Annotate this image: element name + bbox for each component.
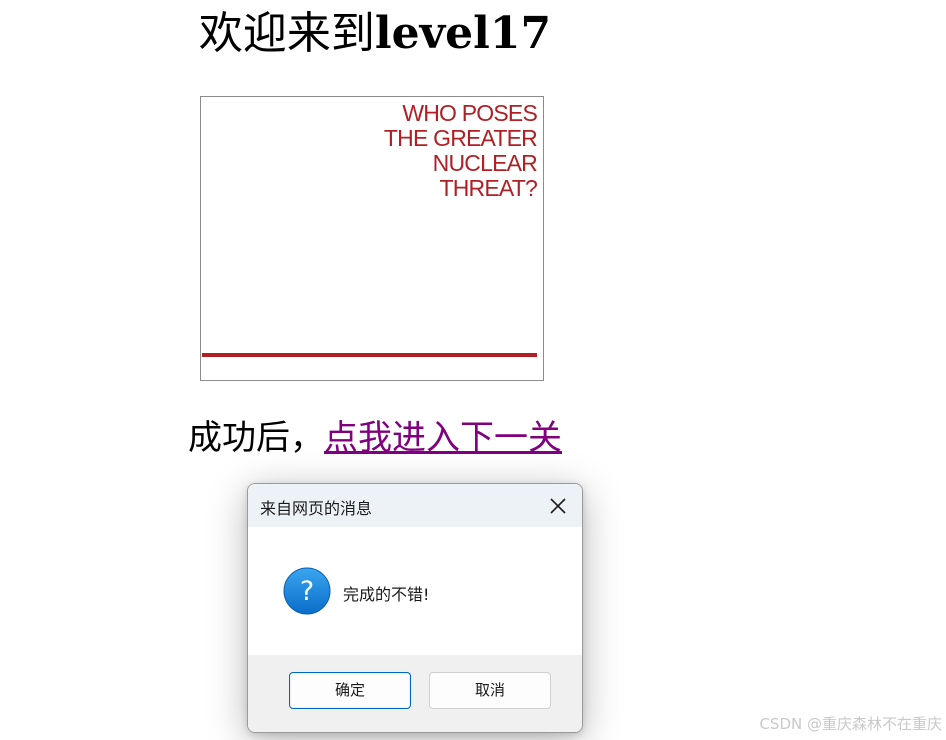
svg-text:?: ? xyxy=(300,576,314,607)
dialog-titlebar: 来自网页的消息 xyxy=(248,484,582,527)
page-title-level: level17 xyxy=(374,8,552,59)
poster-red-bar xyxy=(202,353,537,357)
dialog-footer: 确定 取消 xyxy=(248,655,582,732)
watermark: CSDN @重庆森林不在重庆 xyxy=(759,715,942,733)
success-line: 成功后，点我进入下一关 xyxy=(0,414,750,462)
cancel-button[interactable]: 取消 xyxy=(429,672,551,709)
next-level-link[interactable]: 点我进入下一关 xyxy=(324,418,562,458)
poster-headline: WHO POSES THE GREATER NUCLEAR THREAT? xyxy=(383,100,538,201)
dialog-body: ? 完成的不错! xyxy=(248,527,582,655)
close-icon[interactable] xyxy=(542,490,574,522)
alert-dialog: 来自网页的消息 ? 完成的不错! 确定 取消 xyxy=(247,483,583,733)
dialog-message: 完成的不错! xyxy=(343,585,430,604)
ok-button[interactable]: 确定 xyxy=(289,672,411,709)
success-text: 成功后， xyxy=(188,418,324,458)
question-icon: ? xyxy=(283,567,331,615)
dialog-title: 来自网页的消息 xyxy=(260,499,373,518)
page-title: 欢迎来到level17 xyxy=(0,6,750,62)
embedded-poster[interactable]: WHO POSES THE GREATER NUCLEAR THREAT? xyxy=(200,96,544,381)
page-title-prefix: 欢迎来到 xyxy=(198,8,375,59)
